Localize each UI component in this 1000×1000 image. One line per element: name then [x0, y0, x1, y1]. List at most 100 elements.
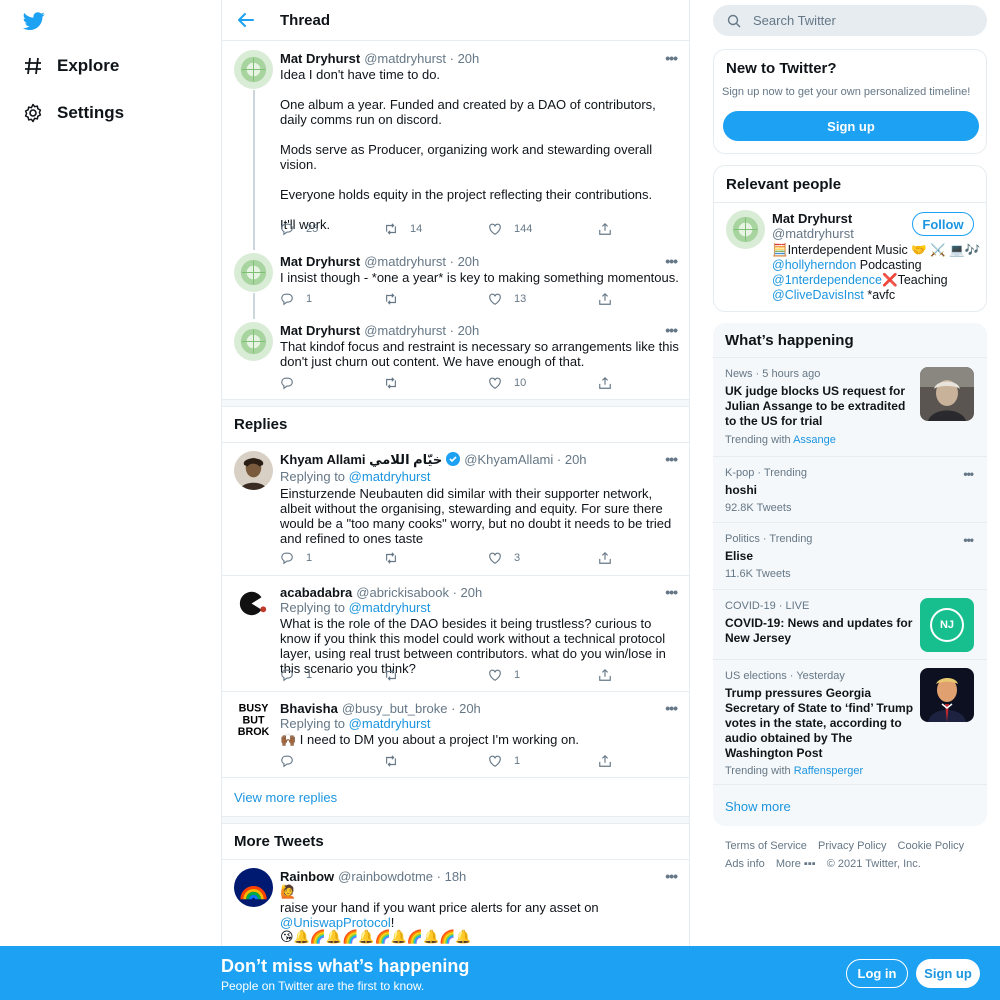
banner-signup-button[interactable]: Sign up	[916, 959, 980, 988]
reply-tweet[interactable]: acabadabra @abrickisabook · 20h ••• Reply…	[222, 576, 689, 691]
ads-info-link[interactable]: Ads info	[725, 858, 765, 870]
more-options-icon[interactable]: •••	[963, 467, 974, 481]
reply-tweet[interactable]: BUSY BUT BROK Bhavisha @busy_but_broke · 20…	[222, 692, 689, 777]
avatar[interactable]	[234, 322, 273, 361]
reply-button[interactable]: 1	[280, 292, 312, 306]
more-options-icon[interactable]: •••	[665, 584, 678, 600]
like-button[interactable]: 1	[488, 754, 520, 768]
author-handle[interactable]: @matdryhurst	[364, 51, 446, 66]
reply-button[interactable]: 1	[280, 668, 312, 682]
avatar[interactable]	[234, 584, 273, 623]
like-button[interactable]: 144	[488, 222, 532, 236]
share-button[interactable]	[598, 376, 612, 390]
tweet-time[interactable]: · 20h	[451, 701, 481, 716]
avatar[interactable]	[234, 50, 273, 89]
tweet-time[interactable]: · 18h	[437, 869, 467, 884]
reply-button[interactable]	[280, 754, 294, 768]
nav-explore[interactable]: Explore	[22, 55, 119, 76]
bio-mention[interactable]: @hollyherndon	[772, 258, 856, 272]
share-button[interactable]	[598, 222, 612, 236]
more-link[interactable]: More ▪▪▪	[776, 858, 816, 870]
cookie-link[interactable]: Cookie Policy	[898, 840, 965, 852]
author-name[interactable]: Mat Dryhurst	[280, 51, 360, 66]
author-name[interactable]: Mat Dryhurst	[280, 254, 360, 269]
nav-settings[interactable]: Settings	[22, 102, 124, 123]
bio-mention[interactable]: @1nterdependence	[772, 273, 882, 287]
trend-sub-link[interactable]: Assange	[793, 434, 836, 446]
signup-button[interactable]: Sign up	[723, 111, 979, 141]
tweet-time[interactable]: · 20h	[450, 254, 480, 269]
show-more-link[interactable]: Show more	[725, 799, 791, 814]
more-options-icon[interactable]: •••	[665, 253, 678, 269]
author-handle[interactable]: @busy_but_broke	[342, 701, 448, 716]
like-button[interactable]: 10	[488, 376, 526, 390]
avatar[interactable]	[234, 451, 273, 490]
login-button[interactable]: Log in	[846, 959, 908, 988]
trend-item[interactable]: US elections · Yesterday Trump pressures…	[713, 659, 987, 784]
more-options-icon[interactable]: •••	[665, 868, 678, 884]
thread-tweet[interactable]: Mat Dryhurst @matdryhurst · 20h ••• That …	[222, 314, 689, 400]
retweet-button[interactable]	[384, 754, 398, 768]
avatar[interactable]	[234, 868, 273, 907]
reply-button[interactable]	[280, 376, 294, 390]
more-options-icon[interactable]: •••	[665, 50, 678, 66]
avatar[interactable]	[234, 253, 273, 292]
more-options-icon[interactable]: •••	[665, 322, 678, 338]
trend-item[interactable]: K-pop · Trending hoshi 92.8K Tweets •••	[713, 456, 987, 522]
author-handle[interactable]: @rainbowdotme	[338, 869, 433, 884]
search-box[interactable]: Search Twitter	[713, 5, 987, 36]
retweet-button[interactable]	[384, 376, 398, 390]
trend-item[interactable]: COVID-19 · LIVE COVID-19: News and updat…	[713, 589, 987, 659]
terms-link[interactable]: Terms of Service	[725, 840, 807, 852]
tweet-time[interactable]: · 20h	[453, 585, 483, 600]
bio-mention[interactable]: @CliveDavisInst	[772, 288, 864, 302]
avatar[interactable]	[726, 210, 765, 249]
more-options-icon[interactable]: •••	[665, 451, 678, 467]
replying-to-handle[interactable]: @matdryhurst	[349, 716, 431, 731]
author-name[interactable]: Rainbow	[280, 869, 334, 884]
like-button[interactable]: 3	[488, 551, 520, 565]
avatar[interactable]: BUSY BUT BROK	[234, 700, 273, 739]
author-name[interactable]: Mat Dryhurst	[280, 323, 360, 338]
retweet-button[interactable]	[384, 551, 398, 565]
author-name[interactable]: Bhavisha	[280, 701, 338, 716]
person-handle[interactable]: @matdryhurst	[772, 226, 854, 241]
author-handle[interactable]: @abrickisabook	[356, 585, 449, 600]
retweet-button[interactable]	[384, 668, 398, 682]
privacy-link[interactable]: Privacy Policy	[818, 840, 886, 852]
more-options-icon[interactable]: •••	[665, 700, 678, 716]
reply-tweet[interactable]: Khyam Allami خيّام اللامي @KhyamAllami · …	[222, 443, 689, 575]
retweet-button[interactable]: 14	[384, 222, 422, 236]
author-handle[interactable]: @matdryhurst	[364, 254, 446, 269]
view-more-replies-link[interactable]: View more replies	[234, 790, 337, 805]
thread-tweet[interactable]: Mat Dryhurst @matdryhurst · 20h ••• Idea …	[222, 42, 689, 247]
follow-button[interactable]: Follow	[912, 212, 974, 236]
author-handle[interactable]: @KhyamAllami	[464, 452, 553, 467]
tweet-time[interactable]: · 20h	[450, 51, 480, 66]
share-button[interactable]	[598, 754, 612, 768]
trend-item[interactable]: News · 5 hours ago UK judge blocks US re…	[713, 357, 987, 456]
thread-tweet[interactable]: Mat Dryhurst @matdryhurst · 20h ••• I ins…	[222, 245, 689, 315]
share-button[interactable]	[598, 551, 612, 565]
more-options-icon[interactable]: •••	[963, 533, 974, 547]
reply-button[interactable]: 1	[280, 551, 312, 565]
retweet-button[interactable]	[384, 292, 398, 306]
like-button[interactable]: 13	[488, 292, 526, 306]
reply-button[interactable]: 25	[280, 222, 318, 236]
more-tweet[interactable]: Rainbow @rainbowdotme · 18h ••• 🙋 raise y…	[222, 860, 689, 950]
tweet-time[interactable]: · 20h	[450, 323, 480, 338]
trend-item[interactable]: Politics · Trending Elise 11.6K Tweets •…	[713, 522, 987, 589]
like-button[interactable]: 1	[488, 668, 520, 682]
twitter-logo-icon[interactable]	[22, 10, 46, 32]
replying-to-handle[interactable]: @matdryhurst	[349, 469, 431, 484]
author-name[interactable]: acabadabra	[280, 585, 352, 600]
share-button[interactable]	[598, 668, 612, 682]
replying-to-handle[interactable]: @matdryhurst	[349, 600, 431, 615]
mention-link[interactable]: @UniswapProtocol	[280, 915, 391, 930]
back-arrow-icon[interactable]	[236, 10, 256, 30]
trend-sub-link[interactable]: Raffensperger	[794, 765, 864, 777]
author-handle[interactable]: @matdryhurst	[364, 323, 446, 338]
person-name[interactable]: Mat Dryhurst	[772, 211, 852, 226]
share-button[interactable]	[598, 292, 612, 306]
tweet-time[interactable]: · 20h	[557, 452, 587, 467]
